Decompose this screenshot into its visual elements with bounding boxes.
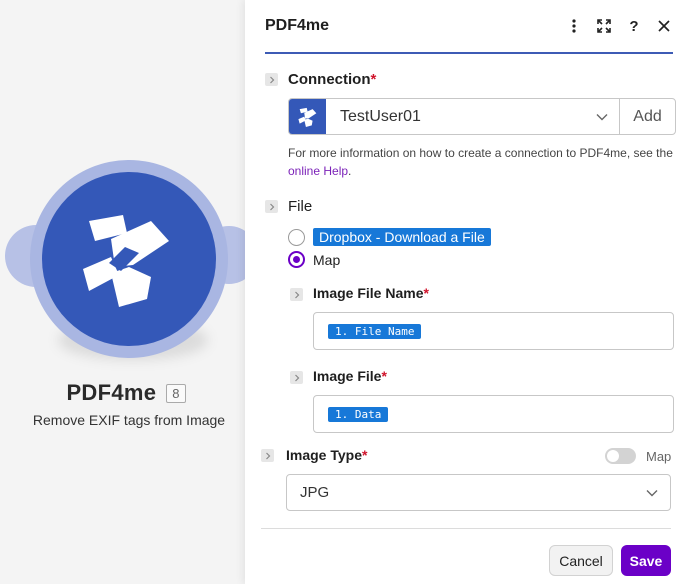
cancel-button[interactable]: Cancel bbox=[549, 545, 613, 576]
chevron-down-icon[interactable] bbox=[585, 99, 619, 134]
map-toggle[interactable] bbox=[605, 448, 636, 464]
connection-expand-toggle[interactable] bbox=[265, 73, 278, 86]
connection-help-text: For more information on how to create a … bbox=[288, 146, 673, 178]
connection-value: TestUser01 bbox=[340, 107, 421, 125]
map-option-label: Map bbox=[313, 251, 341, 268]
image-file-label: Image File* bbox=[313, 368, 387, 384]
close-icon[interactable] bbox=[657, 17, 671, 35]
pdf4me-logo-icon bbox=[83, 215, 169, 307]
file-expand-toggle[interactable] bbox=[265, 200, 278, 213]
image-type-map-toggle-row: Map bbox=[605, 448, 671, 464]
image-type-value: JPG bbox=[300, 484, 330, 501]
chevron-right-icon bbox=[294, 374, 299, 381]
dropbox-option-label: Dropbox - Download a File bbox=[313, 228, 491, 246]
image-file-input[interactable]: 1. Data bbox=[313, 395, 674, 433]
file-option-dropbox[interactable]: Dropbox - Download a File bbox=[288, 228, 491, 246]
chevron-right-icon bbox=[269, 203, 274, 210]
online-help-link[interactable]: online Help bbox=[288, 164, 348, 178]
module-icon[interactable] bbox=[42, 172, 216, 346]
image-type-expand-toggle[interactable] bbox=[261, 449, 274, 462]
map-toggle-label: Map bbox=[646, 448, 672, 464]
expand-icon[interactable] bbox=[597, 17, 611, 35]
connection-label: Connection* bbox=[288, 71, 377, 88]
file-option-map[interactable]: Map bbox=[288, 251, 340, 268]
chevron-right-icon bbox=[294, 291, 299, 298]
chevron-right-icon bbox=[265, 452, 270, 459]
help-icon[interactable]: ? bbox=[627, 17, 641, 35]
panel-title: PDF4me bbox=[265, 17, 330, 34]
image-file-name-label: Image File Name* bbox=[313, 285, 429, 301]
module-title: PDF4me bbox=[66, 380, 157, 405]
image-file-name-expand-toggle[interactable] bbox=[290, 288, 303, 301]
module-subtitle: Remove EXIF tags from Image bbox=[32, 412, 226, 428]
chevron-down-icon bbox=[634, 489, 670, 497]
mapped-token[interactable]: 1. Data bbox=[328, 406, 389, 422]
add-connection-button[interactable]: Add bbox=[619, 99, 675, 134]
footer-divider bbox=[261, 528, 671, 529]
radio-unchecked[interactable] bbox=[288, 228, 305, 246]
connection-select[interactable]: TestUser01 Add bbox=[288, 98, 676, 135]
panel-header: PDF4me ? bbox=[265, 0, 673, 54]
image-file-name-input[interactable]: 1. File Name bbox=[313, 312, 674, 350]
module-title-row: PDF4me 8 bbox=[0, 380, 252, 406]
mapped-token[interactable]: 1. File Name bbox=[328, 323, 422, 339]
image-file-expand-toggle[interactable] bbox=[290, 371, 303, 384]
save-button[interactable]: Save bbox=[621, 545, 671, 576]
module-settings-panel: PDF4me ? Connection* TestUser01 Add For … bbox=[245, 0, 685, 584]
image-type-label: Image Type* bbox=[286, 447, 368, 463]
more-vertical-icon[interactable] bbox=[567, 17, 581, 35]
header-actions: ? bbox=[567, 17, 673, 35]
image-type-select[interactable]: JPG bbox=[286, 474, 671, 511]
connection-app-icon bbox=[289, 99, 326, 134]
chevron-right-icon bbox=[269, 76, 274, 83]
file-label: File bbox=[288, 198, 313, 215]
module-id-badge: 8 bbox=[166, 383, 186, 403]
radio-checked[interactable] bbox=[288, 251, 305, 268]
